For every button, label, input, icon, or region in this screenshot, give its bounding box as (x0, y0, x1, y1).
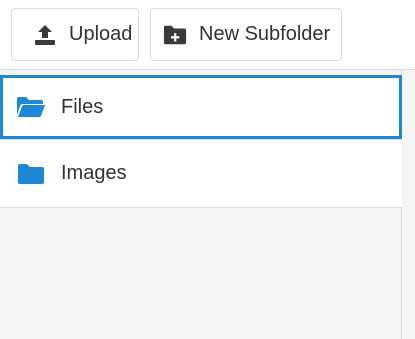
upload-button-label: Upload (69, 23, 133, 45)
folder-open-icon (16, 95, 46, 119)
upload-icon (33, 23, 57, 47)
folder-label: Files (61, 95, 104, 118)
new-subfolder-button[interactable]: New Subfolder (150, 8, 342, 61)
folder-tree: Files Images (0, 70, 402, 339)
folder-plus-icon (163, 23, 187, 47)
folder-label: Images (61, 162, 127, 184)
new-subfolder-button-label: New Subfolder (199, 23, 331, 45)
folder-item-files[interactable]: Files (0, 75, 402, 139)
folder-icon (16, 162, 46, 186)
upload-button[interactable]: Upload (11, 8, 139, 61)
folder-item-images[interactable]: Images (0, 139, 402, 208)
toolbar: Upload New Subfolder (0, 0, 415, 70)
